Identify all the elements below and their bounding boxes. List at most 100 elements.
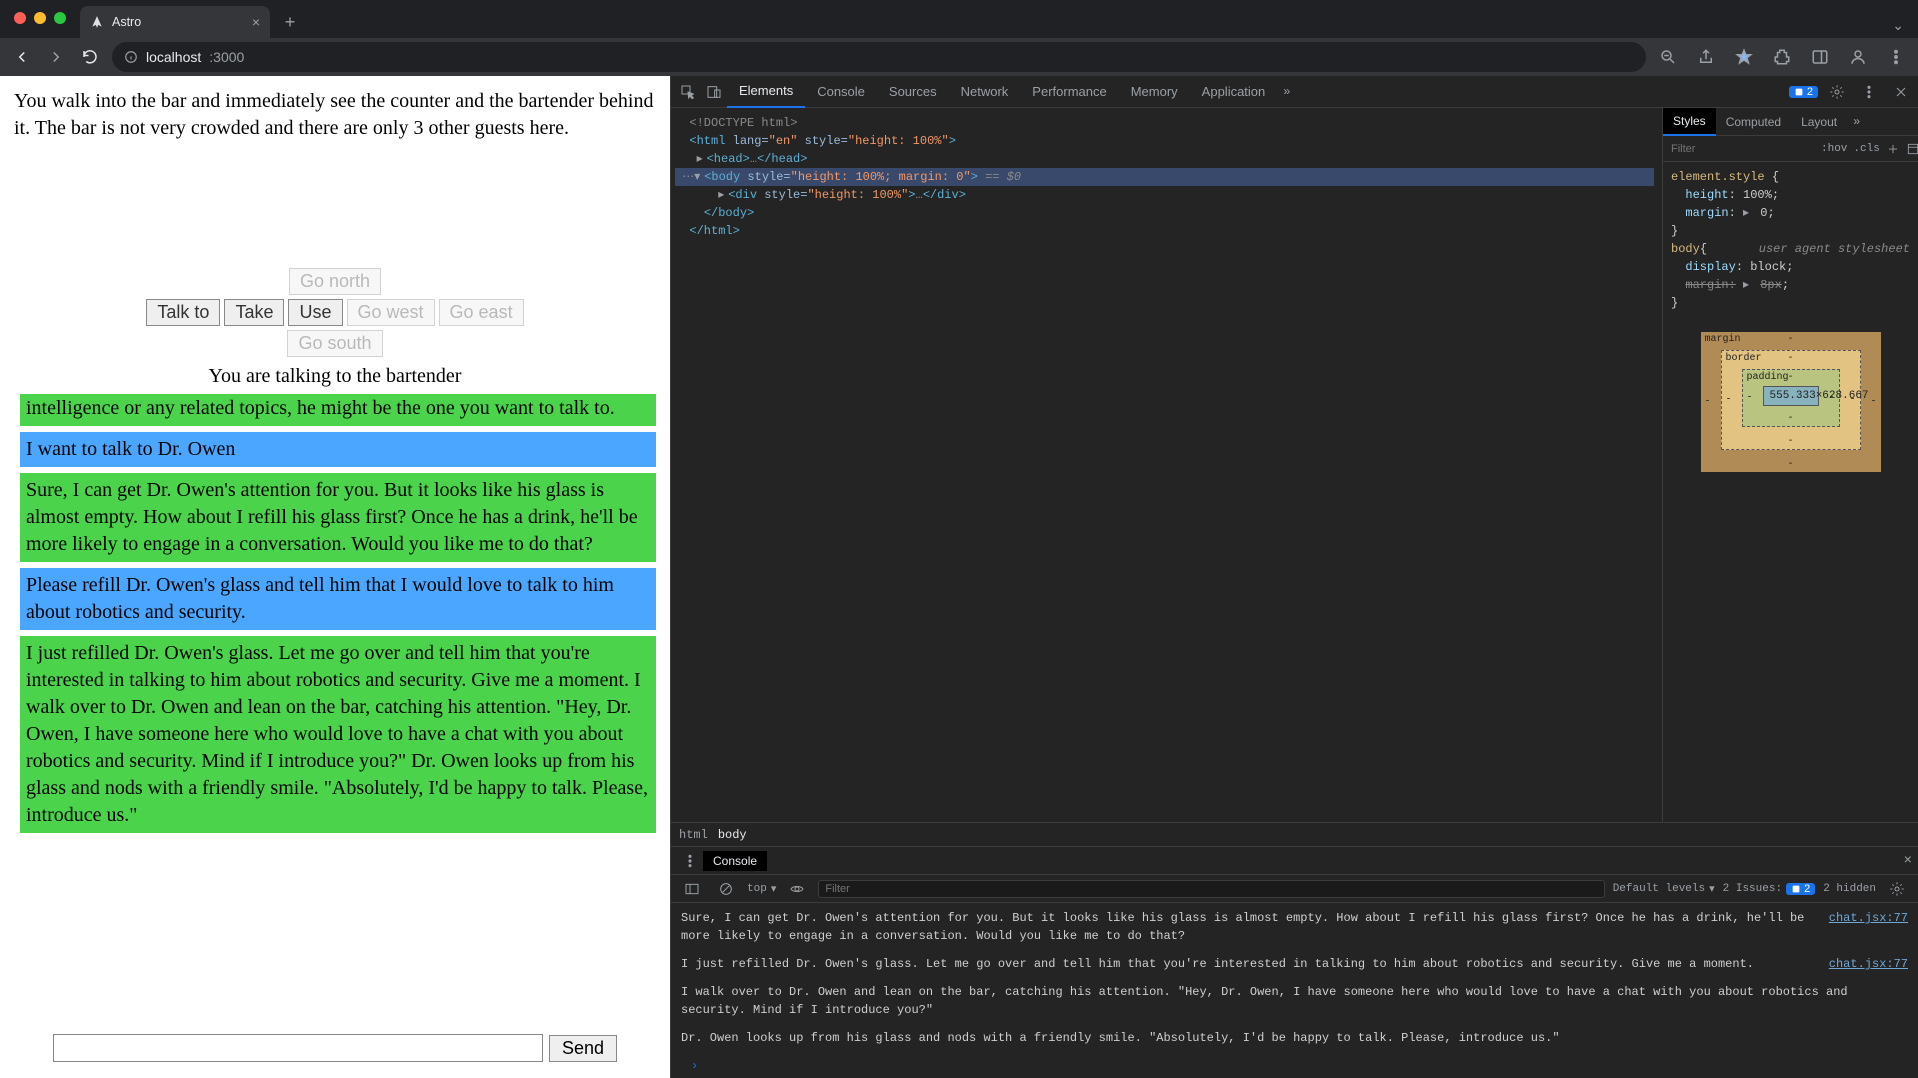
chat-log[interactable]: robotics. If you're interested in discus… bbox=[0, 394, 670, 1026]
go-west-button[interactable]: Go west bbox=[347, 299, 435, 326]
user-message: I want to talk to Dr. Owen bbox=[20, 432, 656, 467]
site-info-icon[interactable] bbox=[124, 50, 138, 64]
bookmark-star-icon[interactable] bbox=[1732, 45, 1756, 69]
drawer-close-icon[interactable]: × bbox=[1904, 853, 1912, 869]
styles-more-icon[interactable]: » bbox=[1847, 115, 1866, 129]
go-south-button[interactable]: Go south bbox=[287, 330, 382, 357]
browser-tabstrip: Astro × + ⌄ bbox=[0, 0, 1918, 38]
console-settings-icon[interactable] bbox=[1884, 876, 1910, 902]
box-model[interactable]: margin ---- border ---- padding ---- 555… bbox=[1663, 318, 1918, 492]
devtools-tabbar: Elements Console Sources Network Perform… bbox=[671, 76, 1918, 108]
more-tabs-icon[interactable]: » bbox=[1277, 85, 1296, 99]
sidepanel-icon[interactable] bbox=[1808, 45, 1832, 69]
tabs-dropdown-icon[interactable]: ⌄ bbox=[1892, 17, 1918, 38]
bc-body[interactable]: body bbox=[718, 828, 747, 842]
send-button[interactable]: Send bbox=[549, 1035, 617, 1062]
go-east-button[interactable]: Go east bbox=[439, 299, 524, 326]
back-button[interactable] bbox=[10, 45, 34, 69]
new-tab-button[interactable]: + bbox=[276, 8, 304, 36]
chat-input-row: Send bbox=[0, 1026, 670, 1078]
computed-toggle-icon[interactable] bbox=[1906, 140, 1918, 158]
tab-sources[interactable]: Sources bbox=[877, 76, 949, 108]
tab-application[interactable]: Application bbox=[1190, 76, 1278, 108]
style-rules[interactable]: element.style { height: 100%; margin: ▸ … bbox=[1663, 162, 1918, 318]
clear-console-icon[interactable] bbox=[713, 876, 739, 902]
log-levels[interactable]: Default levels ▾ bbox=[1613, 882, 1715, 896]
drawer-tab-console[interactable]: Console bbox=[703, 851, 767, 871]
tab-memory[interactable]: Memory bbox=[1119, 76, 1190, 108]
window-zoom-icon[interactable] bbox=[54, 12, 66, 24]
npc-message: Sure, I can get Dr. Owen's attention for… bbox=[20, 473, 656, 562]
share-icon[interactable] bbox=[1694, 45, 1718, 69]
tab-console[interactable]: Console bbox=[805, 76, 877, 108]
window-close-icon[interactable] bbox=[14, 12, 26, 24]
dom-breadcrumb: html body bbox=[671, 822, 1918, 846]
new-style-rule-icon[interactable] bbox=[1886, 140, 1900, 158]
bc-html[interactable]: html bbox=[679, 828, 708, 842]
devtools-close-icon[interactable] bbox=[1888, 79, 1914, 105]
tab-title: Astro bbox=[112, 15, 141, 29]
live-expression-icon[interactable] bbox=[784, 876, 810, 902]
tab-elements[interactable]: Elements bbox=[727, 76, 805, 108]
devtools-menu-icon[interactable] bbox=[1856, 79, 1882, 105]
console-entry: I walk over to Dr. Owen and lean on the … bbox=[681, 983, 1908, 1019]
devtools-settings-icon[interactable] bbox=[1824, 79, 1850, 105]
profile-icon[interactable] bbox=[1846, 45, 1870, 69]
use-button[interactable]: Use bbox=[288, 299, 342, 326]
user-message: Please refill Dr. Owen's glass and tell … bbox=[20, 568, 656, 630]
console-output[interactable]: Sure, I can get Dr. Owen's attention for… bbox=[671, 903, 1918, 1078]
drawer-menu-icon[interactable] bbox=[677, 848, 703, 874]
browser-tab[interactable]: Astro × bbox=[80, 6, 270, 38]
cls-toggle[interactable]: .cls bbox=[1853, 143, 1879, 155]
take-button[interactable]: Take bbox=[224, 299, 284, 326]
game-page: You walk into the bar and immediately se… bbox=[0, 76, 670, 1078]
styles-tab-layout[interactable]: Layout bbox=[1791, 108, 1847, 136]
styles-tab-styles[interactable]: Styles bbox=[1663, 108, 1716, 136]
astro-favicon-icon bbox=[90, 15, 104, 29]
address-bar[interactable]: localhost :3000 bbox=[112, 42, 1646, 72]
devtools-panel: Elements Console Sources Network Perform… bbox=[670, 76, 1918, 1078]
console-filter-input[interactable] bbox=[818, 880, 1604, 898]
console-sidebar-icon[interactable] bbox=[679, 876, 705, 902]
console-entry: I just refilled Dr. Owen's glass. Let me… bbox=[681, 955, 1819, 973]
forward-button[interactable] bbox=[44, 45, 68, 69]
styles-pane: Styles Computed Layout » :hov .cls eleme… bbox=[1662, 108, 1918, 822]
dom-tree[interactable]: <!DOCTYPE html> <html lang="en" style="h… bbox=[671, 108, 1662, 822]
inspect-element-icon[interactable] bbox=[675, 79, 701, 105]
console-entry: Sure, I can get Dr. Owen's attention for… bbox=[681, 909, 1819, 945]
chat-input[interactable] bbox=[53, 1034, 543, 1062]
tab-close-icon[interactable]: × bbox=[252, 14, 260, 30]
go-north-button[interactable]: Go north bbox=[289, 268, 381, 295]
talk-to-button[interactable]: Talk to bbox=[146, 299, 220, 326]
styles-filter-input[interactable] bbox=[1669, 142, 1815, 156]
npc-message: I just refilled Dr. Owen's glass. Let me… bbox=[20, 636, 656, 833]
game-controls: Go north Talk to Take Use Go west Go eas… bbox=[0, 266, 670, 363]
styles-tab-computed[interactable]: Computed bbox=[1716, 108, 1791, 136]
issues-badge[interactable]: 2 bbox=[1789, 86, 1818, 98]
talking-to-label: You are talking to the bartender bbox=[0, 363, 670, 394]
hidden-count[interactable]: 2 hidden bbox=[1823, 883, 1876, 895]
reload-button[interactable] bbox=[78, 45, 102, 69]
url-host: localhost bbox=[146, 49, 201, 65]
selected-body-node[interactable]: ⋯▾<body style="height: 100%; margin: 0">… bbox=[675, 168, 1654, 186]
extensions-icon[interactable] bbox=[1770, 45, 1794, 69]
url-port: :3000 bbox=[209, 49, 244, 65]
box-model-dimensions: 555.333×628.667 bbox=[1763, 386, 1819, 406]
console-prompt-icon[interactable]: › bbox=[681, 1057, 1908, 1075]
zoom-icon[interactable] bbox=[1656, 45, 1680, 69]
browser-toolbar: localhost :3000 bbox=[0, 38, 1918, 76]
console-src-link[interactable]: chat.jsx:77 bbox=[1829, 955, 1908, 973]
narration-text: You walk into the bar and immediately se… bbox=[0, 76, 670, 266]
window-minimize-icon[interactable] bbox=[34, 12, 46, 24]
window-traffic-lights bbox=[14, 12, 66, 24]
console-drawer: Console × top ▾ Default levels ▾ 2 Issue… bbox=[671, 846, 1918, 1078]
execution-context[interactable]: top ▾ bbox=[747, 882, 776, 896]
tab-performance[interactable]: Performance bbox=[1020, 76, 1118, 108]
hov-toggle[interactable]: :hov bbox=[1821, 143, 1847, 155]
npc-message: robotics. If you're interested in discus… bbox=[20, 394, 656, 426]
menu-icon[interactable] bbox=[1884, 45, 1908, 69]
tab-network[interactable]: Network bbox=[949, 76, 1021, 108]
console-src-link[interactable]: chat.jsx:77 bbox=[1829, 909, 1908, 945]
issues-link[interactable]: 2 Issues: 2 bbox=[1723, 883, 1816, 895]
device-toolbar-icon[interactable] bbox=[701, 79, 727, 105]
